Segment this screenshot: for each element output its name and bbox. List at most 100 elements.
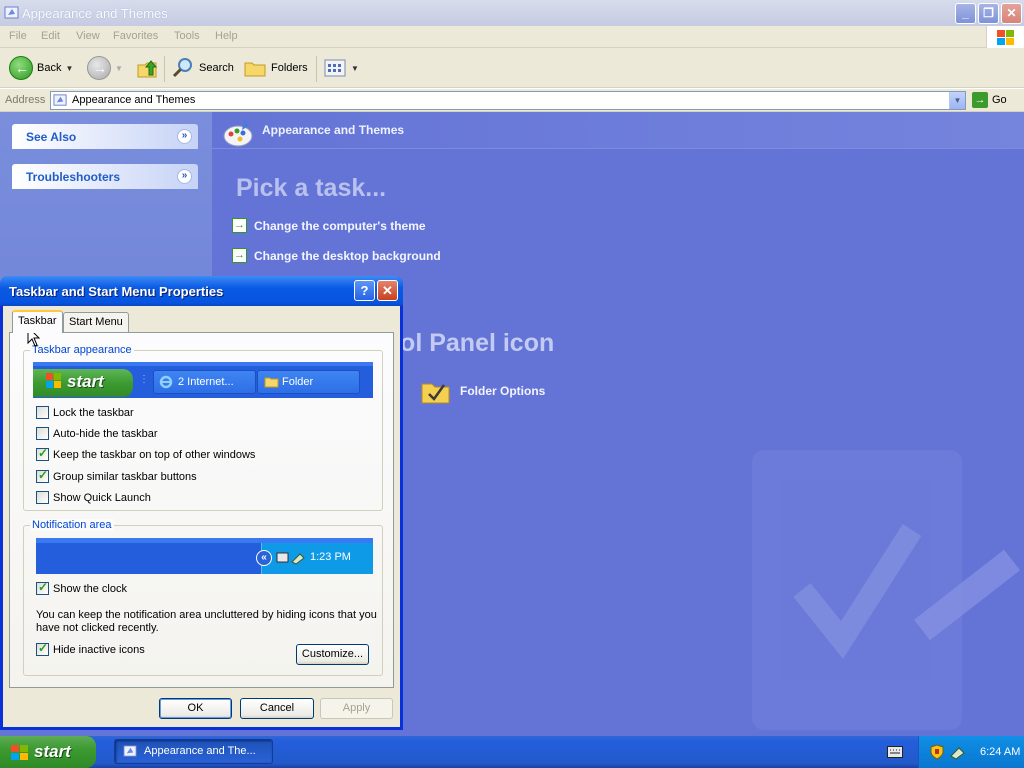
- windows-flag-icon: [997, 30, 1014, 45]
- taskbar-window-label: Appearance and The...: [144, 745, 256, 757]
- back-button[interactable]: ← Back ▼: [9, 55, 73, 81]
- search-button[interactable]: Search: [171, 55, 234, 81]
- menu-file[interactable]: File: [9, 30, 27, 42]
- minimize-icon: _: [962, 6, 969, 20]
- notification-area-label: Notification area: [30, 519, 114, 531]
- notification-note: You can keep the notification area unclu…: [36, 609, 377, 634]
- checkbox-checked[interactable]: [36, 580, 49, 595]
- menu-view[interactable]: View: [76, 30, 100, 42]
- close-icon: ✕: [1006, 6, 1017, 20]
- windows-flag-icon: [46, 373, 61, 388]
- views-grid-icon: [324, 59, 346, 77]
- troubleshooters-panel[interactable]: Troubleshooters »: [12, 164, 198, 189]
- expand-chevron-icon[interactable]: »: [177, 129, 192, 144]
- ok-button[interactable]: OK: [159, 698, 232, 719]
- show-clock-checkbox[interactable]: Show the clock: [36, 580, 127, 595]
- preview-clock: 1:23 PM: [310, 551, 351, 563]
- option-label: Group similar taskbar buttons: [53, 470, 197, 483]
- expand-chevron-icon[interactable]: »: [177, 169, 192, 184]
- search-label: Search: [199, 62, 234, 74]
- preview-folder-label: Folder: [282, 376, 314, 388]
- chevron-down-icon: ▼: [953, 96, 962, 105]
- task-change-theme[interactable]: → Change the computer's theme: [232, 218, 426, 233]
- folder-options-icon: [421, 383, 450, 404]
- address-bar: Address Appearance and Themes ▼ → Go: [0, 89, 1024, 112]
- folder-icon: [264, 377, 279, 388]
- appearance-themes-icon: [123, 745, 137, 757]
- restore-button[interactable]: ❐: [978, 3, 999, 24]
- keyboard-icon[interactable]: [887, 746, 903, 758]
- checkbox-unchecked[interactable]: [36, 491, 49, 504]
- up-folder-button[interactable]: [135, 55, 159, 81]
- network-icon[interactable]: [949, 744, 967, 760]
- question-mark-icon: ?: [360, 283, 369, 298]
- task-arrow-icon: →: [232, 218, 247, 233]
- preview-grip-icon: ⋮: [139, 374, 149, 385]
- close-button[interactable]: ✕: [1001, 3, 1022, 24]
- windows-taskbar: start Appearance and The... 6:24 AM: [0, 736, 1024, 768]
- hide-inactive-checkbox[interactable]: Hide inactive icons: [36, 641, 145, 656]
- appearance-themes-icon: [4, 6, 19, 19]
- folder-options-label: Folder Options: [460, 384, 546, 398]
- go-label: Go: [992, 94, 1007, 106]
- appearance-themes-icon: [223, 119, 253, 147]
- security-shield-icon[interactable]: [929, 744, 945, 760]
- checkbox-unchecked[interactable]: [36, 406, 49, 419]
- keep-on-top-checkbox[interactable]: Keep the taskbar on top of other windows: [36, 446, 255, 461]
- category-header: Appearance and Themes: [212, 112, 1024, 149]
- see-also-panel[interactable]: See Also »: [12, 124, 198, 149]
- autohide-taskbar-checkbox[interactable]: Auto-hide the taskbar: [36, 427, 158, 440]
- option-label: Hide inactive icons: [53, 643, 145, 656]
- checkbox-checked[interactable]: [36, 641, 49, 656]
- menu-help[interactable]: Help: [215, 30, 238, 42]
- cancel-button[interactable]: Cancel: [240, 698, 314, 719]
- system-tray: 6:24 AM: [918, 736, 1024, 768]
- see-also-label: See Also: [26, 130, 77, 144]
- appearance-themes-icon: [53, 94, 67, 106]
- up-folder-icon: [137, 60, 158, 78]
- address-input[interactable]: Appearance and Themes ▼: [50, 91, 966, 110]
- quick-launch-checkbox[interactable]: Show Quick Launch: [36, 491, 151, 504]
- troubleshooters-label: Troubleshooters: [26, 170, 121, 184]
- back-dropdown-icon[interactable]: ▼: [65, 64, 73, 73]
- folders-button[interactable]: Folders: [243, 55, 308, 81]
- preview-tray: « 1:23 PM: [256, 543, 373, 574]
- taskbar-properties-dialog: Taskbar and Start Menu Properties ? ✕ Ta…: [0, 276, 403, 730]
- taskbar-window-button[interactable]: Appearance and The...: [114, 739, 273, 764]
- forward-button[interactable]: → ▼: [87, 55, 123, 81]
- views-button[interactable]: ▼: [323, 55, 359, 81]
- dialog-title: Taskbar and Start Menu Properties: [9, 284, 224, 299]
- lock-taskbar-checkbox[interactable]: Lock the taskbar: [36, 406, 134, 419]
- task-change-background[interactable]: → Change the desktop background: [232, 248, 441, 263]
- go-arrow-icon: →: [972, 92, 988, 108]
- taskbar-clock[interactable]: 6:24 AM: [980, 746, 1020, 758]
- minimize-button[interactable]: _: [955, 3, 976, 24]
- checkbox-unchecked[interactable]: [36, 427, 49, 440]
- forward-dropdown-icon[interactable]: ▼: [115, 64, 123, 73]
- go-button[interactable]: → Go: [972, 92, 1007, 108]
- internet-explorer-icon: [159, 375, 173, 389]
- tab-taskbar[interactable]: Taskbar: [12, 310, 63, 333]
- category-title: Appearance and Themes: [262, 123, 405, 137]
- menu-bar: File Edit View Favorites Tools Help: [0, 26, 1024, 48]
- menu-edit[interactable]: Edit: [41, 30, 60, 42]
- apply-button[interactable]: Apply: [320, 698, 393, 719]
- dialog-titlebar[interactable]: Taskbar and Start Menu Properties ? ✕: [0, 276, 403, 306]
- task-label: Change the computer's theme: [254, 218, 426, 233]
- customize-button[interactable]: Customize...: [296, 644, 369, 665]
- dialog-close-button[interactable]: ✕: [377, 280, 398, 301]
- menu-tools[interactable]: Tools: [174, 30, 200, 42]
- checkbox-checked[interactable]: [36, 446, 49, 461]
- tab-start-menu[interactable]: Start Menu: [63, 312, 129, 332]
- folder-options-link[interactable]: Folder Options: [420, 377, 545, 405]
- menu-favorites[interactable]: Favorites: [113, 30, 158, 42]
- window-titlebar[interactable]: Appearance and Themes _ ❐ ✕: [0, 0, 1024, 26]
- group-buttons-checkbox[interactable]: Group similar taskbar buttons: [36, 468, 197, 483]
- pick-task-heading: Pick a task...: [236, 174, 387, 202]
- windows-flag-icon: [11, 745, 28, 760]
- checkbox-checked[interactable]: [36, 468, 49, 483]
- standard-toolbar: ← Back ▼ → ▼ Search Folders ▼: [0, 48, 1024, 88]
- address-dropdown-button[interactable]: ▼: [949, 92, 965, 109]
- option-label: Show Quick Launch: [53, 491, 151, 504]
- help-button[interactable]: ?: [354, 280, 375, 301]
